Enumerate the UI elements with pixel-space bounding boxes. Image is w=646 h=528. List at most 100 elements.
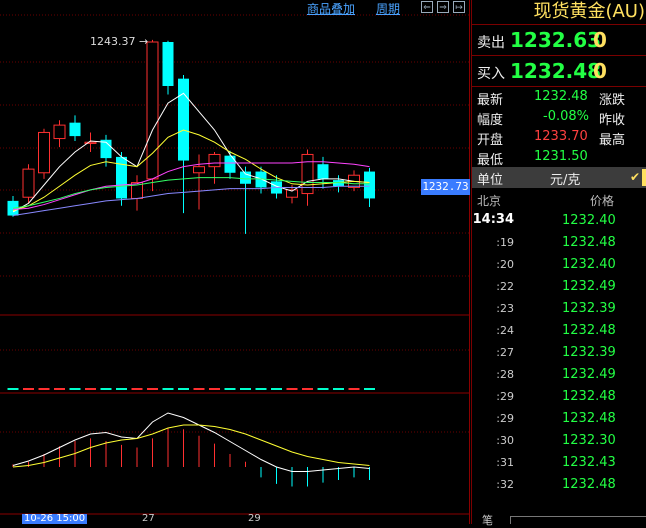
buy-label: 买入 [477, 66, 505, 82]
tick-time: :29 [496, 390, 514, 403]
tick-price: 1232.30 [562, 433, 616, 448]
volume-bar [178, 388, 189, 390]
volume-bar [131, 388, 143, 390]
volume-bar [162, 388, 174, 390]
moving-average-line [12, 177, 370, 209]
volume-bar [333, 388, 344, 390]
axis-start-date: 10-26 15:00 [22, 513, 88, 524]
tick-row: :31 1232.43 [472, 452, 646, 474]
buy-price: 1232.48 [510, 59, 602, 83]
candle-body [53, 124, 66, 140]
tick-time: :22 [496, 280, 514, 293]
volume-bar [7, 388, 19, 390]
change-label: 涨跌 [599, 93, 626, 108]
moving-average-line [12, 129, 370, 212]
tick-row: :19 1232.48 [472, 232, 646, 254]
macd-dea-line [12, 424, 370, 468]
current-price-tag: 1232.73 [421, 179, 470, 195]
volume-bar [348, 388, 360, 390]
instrument-title: 现货黄金(AU) [533, 1, 645, 22]
tick-row: :20 1232.40 [472, 254, 646, 276]
kline-chart-area[interactable]: 商品叠加 周期 ⇐ ⇒ ↦ 1243.37 → 1232.73 10-26 15… [0, 0, 470, 524]
col-price-header: 价格 [590, 194, 615, 208]
candle-body [193, 166, 205, 174]
tick-time: :27 [496, 346, 514, 359]
sell-price: 1232.63 [510, 28, 602, 52]
panel-footer: 笔 [472, 512, 646, 527]
volume-bar [38, 388, 50, 390]
volume-bar [240, 388, 251, 390]
kline-chart[interactable] [0, 0, 470, 524]
volume-bar [23, 388, 34, 390]
check-icon[interactable]: ✔ [630, 170, 640, 184]
volume-bar [193, 388, 205, 390]
period-link[interactable]: 周期 [376, 0, 400, 17]
candle-body [317, 164, 329, 179]
volume-bar [317, 388, 329, 390]
open-value: 1233.70 [534, 129, 588, 144]
scroll-handle[interactable] [642, 169, 646, 186]
unit-label: 单位 [477, 173, 504, 188]
moving-average-line [12, 92, 370, 213]
tick-time: :19 [496, 236, 514, 249]
tick-time: :20 [496, 258, 514, 271]
sell-label: 卖出 [477, 35, 505, 51]
tick-time: :32 [496, 478, 514, 491]
candle-body [178, 78, 189, 161]
high-label: 最高 [599, 133, 626, 148]
col-time-header: 北京 [477, 194, 502, 208]
volume-bar [364, 388, 375, 390]
open-label: 开盘 [477, 133, 504, 148]
candle-body [38, 131, 50, 174]
tick-time: :23 [496, 302, 514, 315]
tick-price: 1232.39 [562, 301, 616, 316]
volume-bar [224, 388, 236, 390]
footer-box [510, 516, 646, 524]
volume-bar [100, 388, 112, 390]
unit-value: 元/克 [550, 173, 581, 188]
buy-volume: 0 [593, 59, 607, 83]
overlay-commodity-link[interactable]: 商品叠加 [307, 0, 355, 17]
unit-bar: 单位 元/克 ✔ [472, 167, 646, 188]
nav-end-button[interactable]: ↦ [453, 1, 465, 13]
tick-row: :29 1232.48 [472, 408, 646, 430]
volume-bar [255, 388, 267, 390]
prev-close-label: 昨收 [599, 113, 626, 128]
tick-price: 1232.48 [562, 411, 616, 426]
tick-row: :27 1232.39 [472, 342, 646, 364]
amplitude-label: 幅度 [477, 113, 504, 128]
nav-right-button[interactable]: ⇒ [437, 1, 449, 13]
volume-bar [54, 388, 65, 390]
moving-average-line [12, 161, 370, 210]
amplitude-value: -0.08% [543, 109, 589, 124]
nav-left-button[interactable]: ⇐ [421, 1, 433, 13]
tick-price: 1232.39 [562, 345, 616, 360]
tick-price: 1232.40 [562, 213, 616, 228]
tick-price: 1232.48 [562, 323, 616, 338]
high-price-marker: 1243.37 → [90, 35, 149, 48]
tick-price: 1232.49 [562, 279, 616, 294]
volume-bar [286, 388, 298, 390]
low-label: 最低 [477, 153, 504, 168]
candle-body [146, 41, 159, 180]
tick-price: 1232.43 [562, 455, 616, 470]
candle-body [69, 122, 81, 137]
tick-price: 1232.40 [562, 257, 616, 272]
candle-body [22, 168, 35, 198]
sell-row: 卖出 1232.63 0 [472, 26, 646, 54]
volume-bar [85, 388, 96, 390]
tick-row: :32 1232.48 [472, 474, 646, 496]
divider [472, 24, 646, 25]
tick-row: :23 1232.39 [472, 298, 646, 320]
candle-body [208, 153, 221, 168]
volume-bar [69, 388, 81, 390]
tick-time: :29 [496, 412, 514, 425]
tick-price: 1232.49 [562, 367, 616, 382]
axis-tick-27: 27 [142, 513, 155, 524]
divider [472, 55, 646, 56]
tick-time: :31 [496, 456, 514, 469]
volume-bar [302, 388, 313, 390]
low-value: 1231.50 [534, 149, 588, 164]
volume-bar [209, 388, 220, 390]
moving-average-line [12, 185, 370, 217]
